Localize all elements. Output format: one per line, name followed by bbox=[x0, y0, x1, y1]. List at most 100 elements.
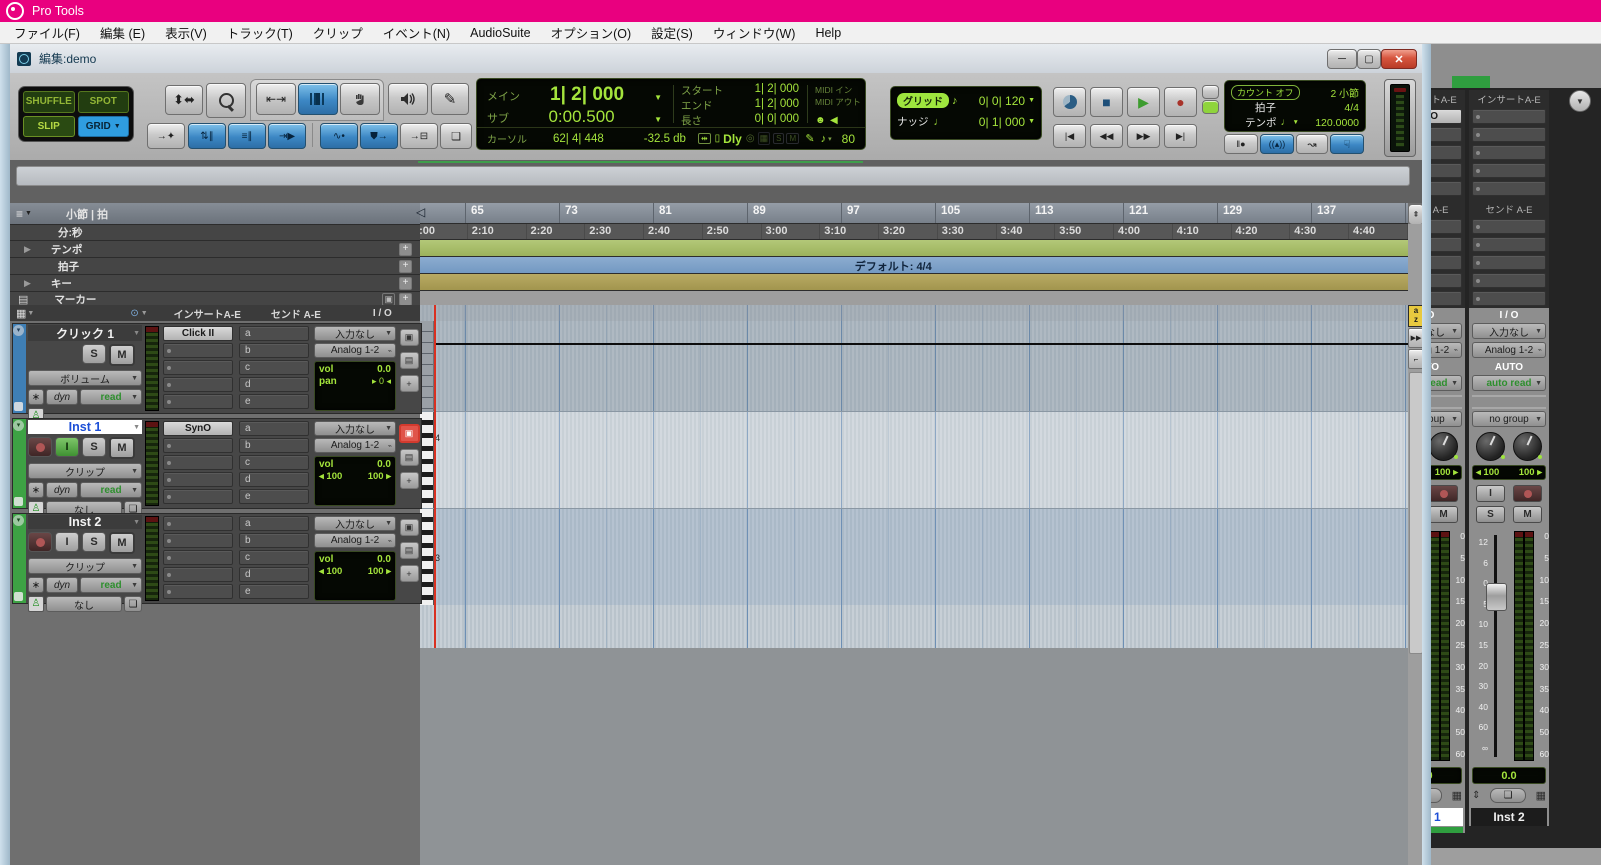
mix-solo-button[interactable]: S bbox=[1476, 506, 1505, 523]
track-view-selector[interactable]: ボリューム ▼ bbox=[28, 370, 142, 386]
zoomer-tool-button[interactable]: ⬍⬌ bbox=[165, 85, 203, 115]
note-mini-icon[interactable]: ♪ bbox=[821, 133, 827, 145]
track-view-pattern-icon[interactable]: ▦ bbox=[16, 307, 26, 320]
key-ruler-track[interactable] bbox=[420, 274, 1408, 291]
mix-insert-slot[interactable] bbox=[1431, 163, 1462, 178]
go-to-end-button[interactable]: ▶| bbox=[1164, 124, 1197, 148]
pencil-tool-button[interactable]: ✎ bbox=[431, 83, 469, 115]
start-value[interactable]: 1| 2| 000 bbox=[755, 83, 799, 98]
timeline-compact-icon[interactable]: ⇹ bbox=[697, 133, 711, 144]
default-velocity[interactable]: 80 bbox=[842, 132, 855, 146]
edit-window-titlebar[interactable]: 編集:demo bbox=[10, 44, 1422, 74]
insert-slot[interactable] bbox=[163, 489, 233, 504]
nudge-note-icon[interactable]: ♩ bbox=[934, 116, 945, 128]
fader-thumb[interactable] bbox=[1486, 583, 1507, 611]
menu-item[interactable]: Help bbox=[805, 26, 851, 40]
automation-snowflake-button[interactable]: ∗ bbox=[28, 482, 44, 498]
mix-send-slot[interactable] bbox=[1431, 291, 1462, 306]
mix-track-name[interactable]: Inst 1 bbox=[1431, 808, 1463, 826]
keyboard-icon[interactable]: ▦ bbox=[1536, 789, 1546, 802]
metronome-button[interactable]: ((▴)) bbox=[1260, 134, 1294, 154]
keyboard-icon[interactable]: ▦ bbox=[1452, 789, 1462, 802]
minsec-ruler[interactable]: 2:002:102:202:302:402:503:003:103:203:30… bbox=[420, 224, 1408, 240]
track-view-selector[interactable]: クリップ ▼ bbox=[28, 463, 142, 479]
insert-slot[interactable] bbox=[163, 567, 233, 582]
output-selector[interactable]: Analog 1-2 ⌁ bbox=[314, 343, 396, 358]
key-add-button[interactable]: + bbox=[399, 276, 412, 290]
countoff-button[interactable]: カウント オフ bbox=[1231, 85, 1300, 100]
mix-group-id-button[interactable]: ❏ bbox=[1431, 788, 1442, 803]
automation-follows-edit-button[interactable]: ∿• bbox=[320, 123, 358, 149]
inserts-column-header[interactable]: インサートA-E bbox=[174, 306, 241, 321]
vertical-scrollbar[interactable] bbox=[1409, 372, 1422, 654]
group-selector[interactable]: なし bbox=[46, 596, 122, 612]
menu-item[interactable]: ファイル(F) bbox=[4, 23, 90, 42]
elf-icon[interactable]: ♙ bbox=[28, 596, 44, 612]
transport-mini-top-button[interactable] bbox=[1202, 85, 1219, 99]
send-slot[interactable]: e bbox=[239, 584, 309, 599]
insert-slot[interactable]: Click II bbox=[163, 326, 233, 341]
menu-item[interactable]: イベント(N) bbox=[373, 23, 460, 42]
mix-input-monitor-button[interactable]: I bbox=[1476, 485, 1505, 502]
send-slot[interactable]: d bbox=[239, 472, 309, 487]
mix-volume-display[interactable]: 0.0 bbox=[1431, 767, 1462, 784]
meter-value[interactable]: 4/4 bbox=[1344, 102, 1359, 114]
tempo-add-button[interactable]: + bbox=[399, 242, 412, 256]
io-column-header[interactable]: I / O bbox=[373, 308, 392, 319]
automation-mode-button[interactable]: read ▼ bbox=[80, 482, 142, 498]
menu-item[interactable]: トラック(T) bbox=[217, 23, 303, 42]
menu-item[interactable]: クリップ bbox=[303, 23, 373, 42]
volume-pan-display[interactable]: vol 0.0 ◂ 100 100 ▸ bbox=[314, 456, 396, 506]
track-freeze-icon[interactable] bbox=[14, 592, 23, 601]
tempo-label[interactable]: テンポ bbox=[1245, 115, 1277, 130]
track-freeze-icon[interactable] bbox=[14, 497, 23, 506]
automation-mode-button[interactable]: read ▼ bbox=[80, 577, 142, 593]
return-to-zero-button[interactable]: |◀ bbox=[1053, 124, 1086, 148]
group-detail-icon[interactable]: ❏ bbox=[124, 596, 142, 612]
track-color-strip[interactable]: ▾ bbox=[13, 324, 26, 413]
dyn-button[interactable]: dyn bbox=[46, 577, 78, 593]
mix-send-slot[interactable] bbox=[1472, 273, 1546, 288]
end-value[interactable]: 1| 2| 000 bbox=[755, 98, 799, 113]
insert-slot[interactable] bbox=[163, 343, 233, 358]
mix-send-slot[interactable] bbox=[1431, 273, 1462, 288]
vertical-zoom-button[interactable]: ⌐ bbox=[1408, 349, 1422, 369]
tempo-value[interactable]: 120.0000 bbox=[1315, 117, 1359, 129]
menu-item[interactable]: AudioSuite bbox=[460, 26, 540, 40]
mix-input-selector[interactable]: 入力なし▼ bbox=[1431, 323, 1462, 339]
pan-knob-right[interactable] bbox=[1431, 432, 1458, 461]
track-name[interactable]: クリック 1 ▼ bbox=[28, 325, 142, 341]
automation-mode-button[interactable]: read ▼ bbox=[80, 389, 142, 405]
collapse-icon[interactable]: ▾ bbox=[13, 515, 24, 526]
pan-knob-right[interactable] bbox=[1513, 432, 1542, 461]
zoom-tool-button[interactable] bbox=[206, 83, 246, 118]
mix-mute-button[interactable]: M bbox=[1513, 506, 1542, 523]
record-enable-button[interactable] bbox=[28, 532, 52, 552]
send-slot[interactable]: b bbox=[239, 438, 309, 453]
link-timeline-edit-button[interactable]: ⇅∥ bbox=[188, 123, 226, 149]
menu-item[interactable]: ウィンドウ(W) bbox=[703, 23, 806, 42]
solo-button[interactable]: S bbox=[82, 437, 106, 457]
send-slot[interactable]: a bbox=[239, 326, 309, 341]
countoff-toggle-button[interactable]: ‖● bbox=[1224, 134, 1258, 154]
mix-send-slot[interactable] bbox=[1472, 255, 1546, 270]
comments-button[interactable]: ▤ bbox=[399, 449, 419, 466]
insert-slot[interactable] bbox=[163, 533, 233, 548]
object-view-button[interactable]: ▣ bbox=[399, 329, 419, 346]
main-counter-dropdown[interactable]: ▼ bbox=[654, 93, 662, 102]
insert-slot[interactable] bbox=[163, 455, 233, 470]
insert-slot[interactable] bbox=[163, 584, 233, 599]
online-button[interactable] bbox=[1053, 87, 1086, 117]
lane-inst2[interactable] bbox=[420, 509, 1408, 605]
mute-button[interactable]: M bbox=[109, 344, 135, 366]
insert-slot[interactable] bbox=[163, 550, 233, 565]
insert-slot[interactable] bbox=[163, 472, 233, 487]
metronome-indicator-icon[interactable]: ☻ bbox=[815, 115, 826, 126]
note-dropdown[interactable]: ▾ bbox=[828, 135, 832, 143]
pencil-mini-icon[interactable]: ✎ bbox=[805, 132, 814, 145]
mix-mute-button[interactable]: M bbox=[1431, 506, 1458, 523]
countoff-value[interactable]: 2 小節 bbox=[1331, 85, 1359, 100]
speaker-indicator-icon[interactable]: ◀ bbox=[830, 115, 838, 126]
mix-group-id-button[interactable]: ❏ bbox=[1489, 788, 1526, 803]
track-freeze-icon[interactable] bbox=[14, 402, 23, 411]
